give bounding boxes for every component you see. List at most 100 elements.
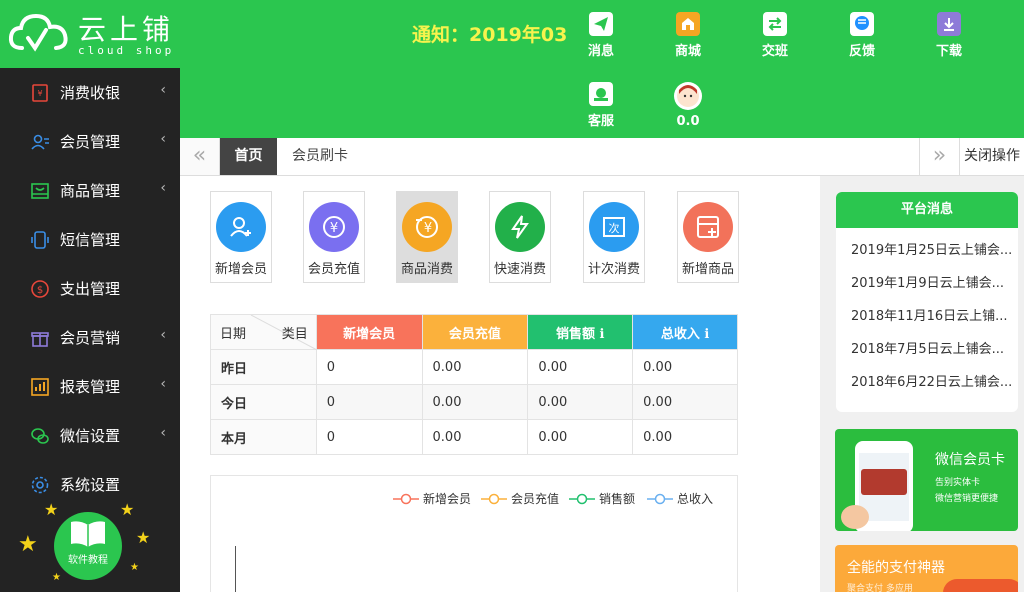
table-cell: 0.00 — [421, 419, 529, 455]
quick-action-label: 新增会员 — [214, 262, 267, 277]
balance-value: 0.0 — [676, 114, 700, 129]
table-cell: 0.00 — [632, 349, 738, 385]
col-total-income: 总收入 ℹ — [632, 314, 738, 350]
chevron-left-icon: ‹ — [160, 82, 166, 98]
col-sales: 销售额 ℹ — [527, 314, 634, 350]
main-content: 新增会员 ¥ 会员充值 ¥ 商品消费 快速消费次 计次消费 新增商品 日期 类目 新… — [180, 176, 820, 592]
sidebar-item-label: 短信管理 — [60, 231, 121, 249]
quick-action-label: 快速消费 — [493, 262, 546, 277]
sidebar: ¥ 消费收银 ‹ 会员管理 ‹ 商品管理 ‹ 短信管理 $ 支出管理 会员营销 ‹ 报表管… — [0, 68, 180, 592]
table-cell: 0.00 — [421, 349, 529, 385]
sidebar-item-7[interactable]: 微信设置 ‹ — [0, 411, 180, 460]
list-item[interactable]: 2018年7月5日云上铺会... — [836, 333, 1018, 366]
stats-table: 日期 类目 新增会员 会员充值 销售额 ℹ 总收入 ℹ 昨日 0 0.00 0.… — [210, 314, 738, 455]
notice-text[interactable]: 通知：2019年03 — [412, 20, 567, 47]
lightning-icon — [495, 202, 545, 252]
phone-icon — [30, 230, 50, 250]
sidebar-item-label: 支出管理 — [60, 280, 121, 298]
sidebar-item-label: 会员营销 — [60, 329, 121, 347]
tutorial-button[interactable]: 软件教程 — [54, 512, 122, 580]
tab-scroll-right-icon[interactable]: » — [919, 138, 959, 175]
logo-subtext: cloud shop — [78, 44, 175, 57]
sidebar-item-6[interactable]: 报表管理 ‹ — [0, 362, 180, 411]
payment-banner[interactable]: 全能的支付神器 聚合支付 多应用 — [835, 545, 1018, 592]
chart-icon — [30, 377, 50, 397]
quick-action-add-product[interactable]: 新增商品 — [677, 191, 739, 283]
table-row: 今日 0 0.00 0.00 0.00 — [210, 384, 738, 420]
customer-service-button[interactable]: 客服 — [571, 82, 631, 129]
paper-plane-icon — [589, 12, 613, 36]
store-icon — [676, 12, 700, 36]
quick-action-label: 商品消费 — [400, 262, 453, 277]
customer-service-label: 客服 — [587, 114, 614, 129]
book-icon — [71, 521, 105, 547]
table-row: 本月 0 0.00 0.00 0.00 — [210, 419, 738, 455]
list-item[interactable]: 2019年1月9日云上铺会... — [836, 267, 1018, 300]
legend-item[interactable]: 新增会员 — [393, 490, 471, 507]
download-label: 下载 — [935, 44, 962, 59]
tab-member-card[interactable]: 会员刷卡 — [292, 138, 348, 175]
users-icon — [30, 132, 50, 152]
list-item[interactable]: 2018年6月22日云上铺会... — [836, 366, 1018, 399]
quick-action-yuan-minus[interactable]: ¥ 商品消费 — [396, 191, 458, 283]
list-item[interactable]: 2018年11月16日云上铺... — [836, 300, 1018, 333]
list-item[interactable]: 2019年1月25日云上铺会... — [836, 234, 1018, 267]
banner2-sub: 聚合支付 多应用 — [847, 584, 913, 592]
sidebar-item-0[interactable]: ¥ 消费收银 ‹ — [0, 68, 180, 117]
sidebar-item-2[interactable]: 商品管理 ‹ — [0, 166, 180, 215]
legend-label: 销售额 — [599, 492, 636, 506]
yuan-icon: ¥ — [309, 202, 359, 252]
info-icon[interactable]: ℹ — [600, 327, 605, 342]
quick-action-yuan[interactable]: ¥ 会员充值 — [303, 191, 365, 283]
chevron-left-icon: ‹ — [160, 376, 166, 392]
gift-icon — [30, 328, 50, 348]
gear-icon — [30, 475, 50, 495]
legend-marker-icon — [481, 493, 507, 504]
sidebar-item-1[interactable]: 会员管理 ‹ — [0, 117, 180, 166]
feedback-button[interactable]: 反馈 — [832, 12, 892, 59]
quick-action-count[interactable]: 次 计次消费 — [583, 191, 645, 283]
legend-item[interactable]: 销售额 — [569, 490, 635, 507]
wechat-card-banner[interactable]: 微信会员卡 告别实体卡 微信营销更便捷 — [835, 429, 1018, 531]
svg-text:¥: ¥ — [37, 89, 42, 98]
logo[interactable]: 云上铺 cloud shop — [0, 0, 180, 68]
phone-illustration-icon — [841, 441, 913, 531]
quick-action-lightning[interactable]: 快速消费 — [489, 191, 551, 283]
sidebar-item-label: 消费收银 — [60, 84, 121, 102]
tab-home[interactable]: 首页 — [220, 138, 277, 175]
store-button[interactable]: 商城 — [658, 12, 718, 59]
download-button[interactable]: 下载 — [919, 12, 979, 59]
tab-scroll-left-icon[interactable]: « — [180, 138, 220, 175]
legend-item[interactable]: 总收入 — [647, 490, 713, 507]
star-icon: ★ — [120, 500, 135, 519]
info-icon[interactable]: ℹ — [704, 327, 709, 342]
legend-marker-icon — [393, 493, 419, 504]
handover-button[interactable]: 交班 — [745, 12, 805, 59]
sidebar-item-4[interactable]: $ 支出管理 — [0, 264, 180, 313]
legend-marker-icon — [569, 493, 595, 504]
message-button[interactable]: 消息 — [571, 12, 631, 59]
sidebar-item-label: 系统设置 — [60, 476, 121, 494]
tab-bar: « 首页 会员刷卡 » 关闭操作 — [180, 138, 1024, 176]
legend-label: 总收入 — [677, 492, 714, 506]
row-label: 今日 — [210, 384, 317, 420]
sidebar-item-3[interactable]: 短信管理 — [0, 215, 180, 264]
banner2-card-shape — [943, 579, 1018, 592]
table-cell: 0.00 — [527, 419, 634, 455]
close-operations-button[interactable]: 关闭操作 — [959, 138, 1024, 175]
chat-bubble-icon — [850, 12, 874, 36]
quick-action-add-user[interactable]: 新增会员 — [210, 191, 272, 283]
logo-text: 云上铺 — [78, 13, 175, 46]
sidebar-item-5[interactable]: 会员营销 ‹ — [0, 313, 180, 362]
legend-item[interactable]: 会员充值 — [481, 490, 559, 507]
cashier-icon: ¥ — [30, 83, 50, 103]
user-account[interactable]: 0.0 — [658, 82, 718, 129]
legend-marker-icon — [647, 493, 673, 504]
col-new-members: 新增会员 — [315, 314, 423, 350]
sidebar-item-8[interactable]: 系统设置 — [0, 460, 180, 509]
swap-icon — [763, 12, 787, 36]
star-icon: ★ — [130, 562, 139, 573]
headset-icon — [589, 82, 613, 106]
sidebar-item-label: 会员管理 — [60, 133, 121, 151]
wechat-icon — [30, 426, 50, 446]
